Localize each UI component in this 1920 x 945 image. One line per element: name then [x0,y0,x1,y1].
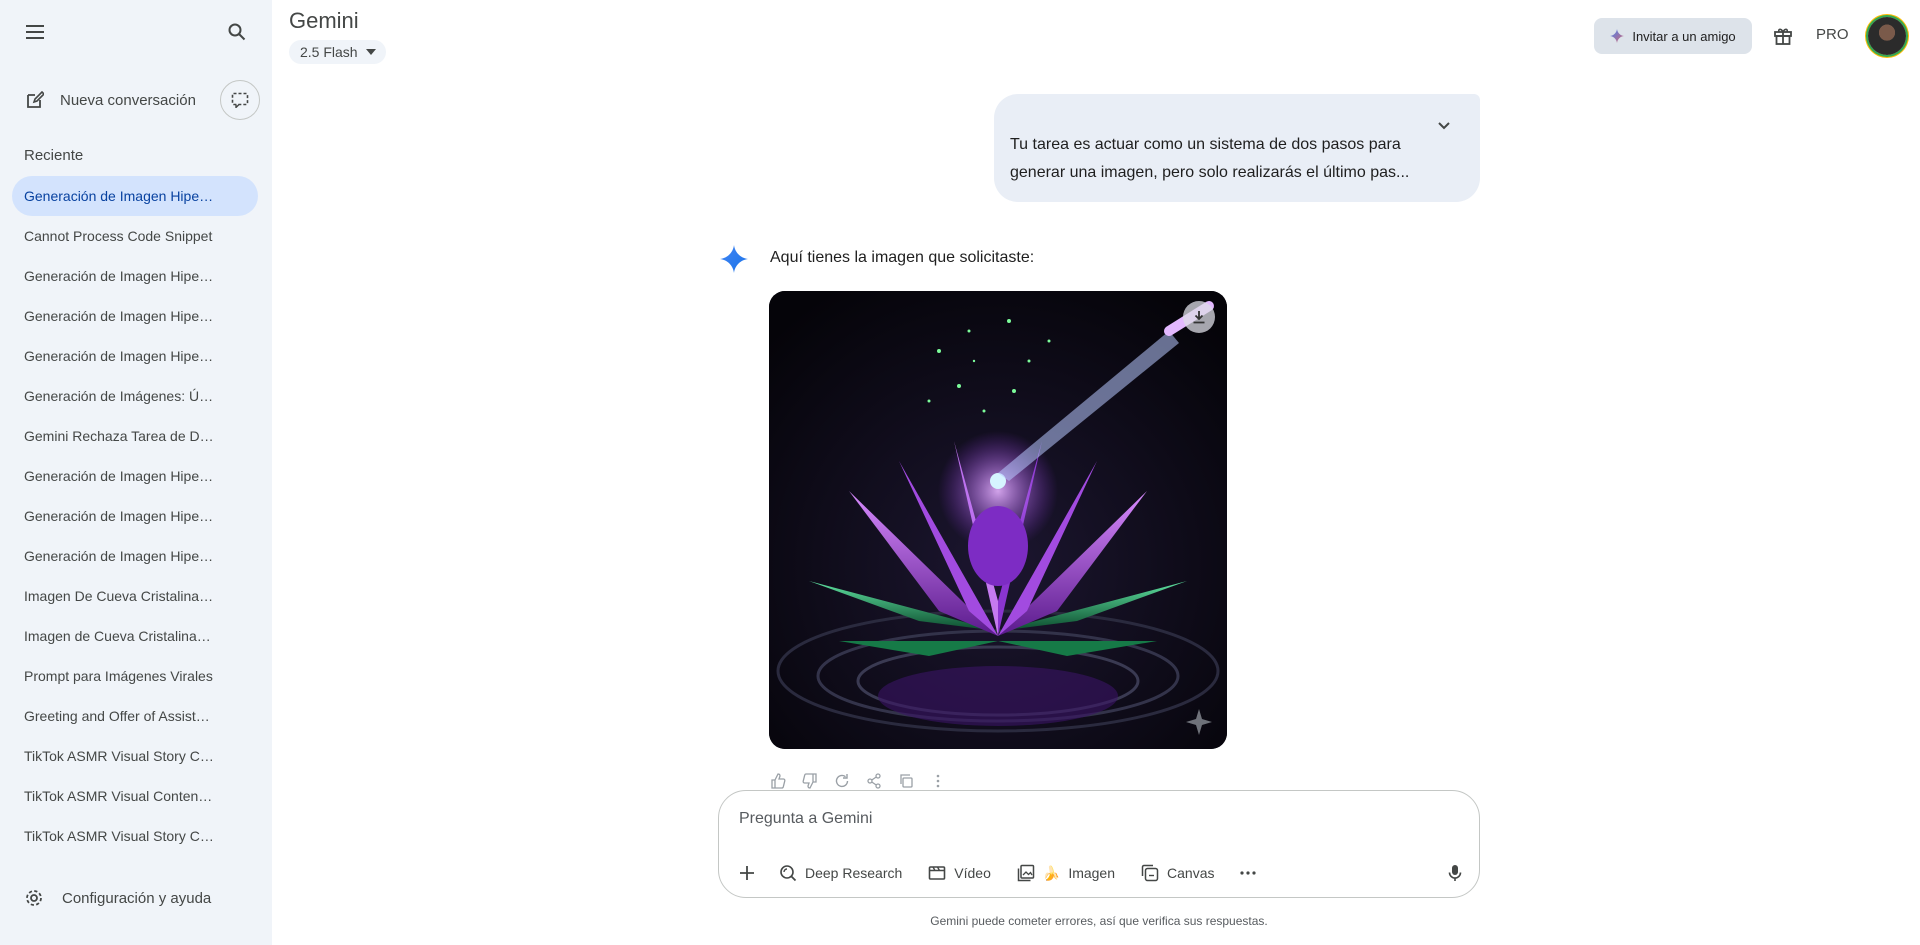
video-label: Vídeo [954,865,991,881]
deep-research-label: Deep Research [805,865,903,881]
canvas-button[interactable]: Canvas [1131,855,1224,891]
gemini-spark-icon [720,245,748,273]
pro-badge: PRO [1816,26,1849,43]
recent-item[interactable]: Generación de Imagen Hiperrealista [12,496,258,536]
sidebar: Nueva conversación Reciente Generación d… [0,0,272,945]
more-tools-button[interactable] [1230,855,1266,891]
disclaimer-text: Gemini puede cometer errores, así que ve… [930,914,1268,928]
prompt-input[interactable] [739,805,1439,833]
image-stack-icon [1017,864,1035,882]
edit-icon [26,91,44,109]
more-vertical-icon[interactable] [928,771,948,791]
generated-image[interactable] [769,291,1227,749]
deep-research-icon [780,865,797,882]
download-button[interactable] [1183,301,1215,333]
user-message: Tu tarea es actuar como un sistema de do… [994,94,1480,202]
gear-icon [24,888,44,908]
recent-item[interactable]: Generación de Imagen Hiperrealista [12,456,258,496]
invite-label: Invitar a un amigo [1632,28,1736,44]
invite-friend-button[interactable]: Invitar a un amigo [1594,18,1752,54]
recent-item[interactable]: Generación de Imágenes: Último Paso [12,376,258,416]
regenerate-icon[interactable] [832,771,852,791]
recent-item[interactable]: Generación de Imagen Hiperrealista [12,176,258,216]
banana-icon: 🍌 [1042,864,1061,881]
menu-icon[interactable] [15,12,55,52]
image-label: Imagen [1068,865,1116,881]
recent-item[interactable]: Imagen de Cueva Cristalina Brillante [12,616,258,656]
user-message-line: Tu tarea es actuar como un sistema de do… [1010,136,1401,153]
recent-list: Generación de Imagen Hiperrealista Canno… [12,176,258,856]
copy-icon[interactable] [896,771,916,791]
model-selector[interactable]: 2.5 Flash [289,40,386,64]
model-label: 2.5 Flash [300,44,358,60]
recent-item[interactable]: Generación de Imagen Hiperrealista [12,336,258,376]
new-chat-label: Nueva conversación [60,91,196,109]
recent-item[interactable]: Cannot Process Code Snippet [12,216,258,256]
recent-heading: Reciente [24,147,84,164]
microphone-icon [1448,865,1462,881]
video-icon [928,866,946,880]
download-icon [1193,311,1205,324]
recent-item[interactable]: Prompt para Imágenes Virales [12,656,258,696]
recent-item[interactable]: Generación de Imagen Hiperrealista [12,256,258,296]
add-button[interactable] [731,855,763,891]
more-horizontal-icon [1240,871,1257,875]
avatar[interactable] [1868,17,1906,55]
recent-item[interactable]: Gemini Rechaza Tarea de Dos Pasos [12,416,258,456]
new-chat-button[interactable]: Nueva conversación [12,80,202,120]
prompt-composer: Deep Research Vídeo 🍌 Imagen Canvas [718,790,1480,898]
chevron-down-icon[interactable] [1428,110,1460,142]
recent-item[interactable]: TikTok ASMR Visual Story Concepts [12,736,258,776]
thumbs-up-icon[interactable] [768,771,788,791]
temporary-chat-button[interactable] [220,80,260,120]
thumbs-down-icon[interactable] [800,771,820,791]
sparkle-icon [1610,29,1625,43]
recent-item[interactable]: TikTok ASMR Visual Story Concepts [12,816,258,856]
video-button[interactable]: Vídeo [918,855,1001,891]
caret-down-icon [365,49,376,55]
recent-item[interactable]: Greeting and Offer of Assistance [12,696,258,736]
deep-research-button[interactable]: Deep Research [769,855,912,891]
temporary-chat-icon [231,92,249,108]
recent-item[interactable]: Generación de Imagen Hiperrealista [12,536,258,576]
app-title: Gemini [289,8,359,33]
gift-icon[interactable] [1763,16,1803,56]
share-icon[interactable] [864,771,884,791]
canvas-icon [1141,864,1159,882]
recent-item[interactable]: Generación de Imagen Hiperrealista [12,296,258,336]
settings-help-button[interactable]: Configuración y ayuda [12,878,258,918]
image-button[interactable]: 🍌 Imagen [1007,855,1125,891]
canvas-label: Canvas [1167,865,1215,881]
microphone-button[interactable] [1441,859,1469,887]
recent-item[interactable]: TikTok ASMR Visual Content Ideas [12,776,258,816]
model-response-text: Aquí tienes la imagen que solicitaste: [770,249,1035,266]
composer-tools: Deep Research Vídeo 🍌 Imagen Canvas [731,855,1266,891]
response-actions [768,771,948,791]
recent-item[interactable]: Imagen De Cueva Cristalina Brillante [12,576,258,616]
user-message-line: generar una imagen, pero solo realizarás… [1010,164,1410,181]
settings-label: Configuración y ayuda [62,889,212,907]
plus-icon [740,866,754,880]
search-icon[interactable] [217,12,257,52]
